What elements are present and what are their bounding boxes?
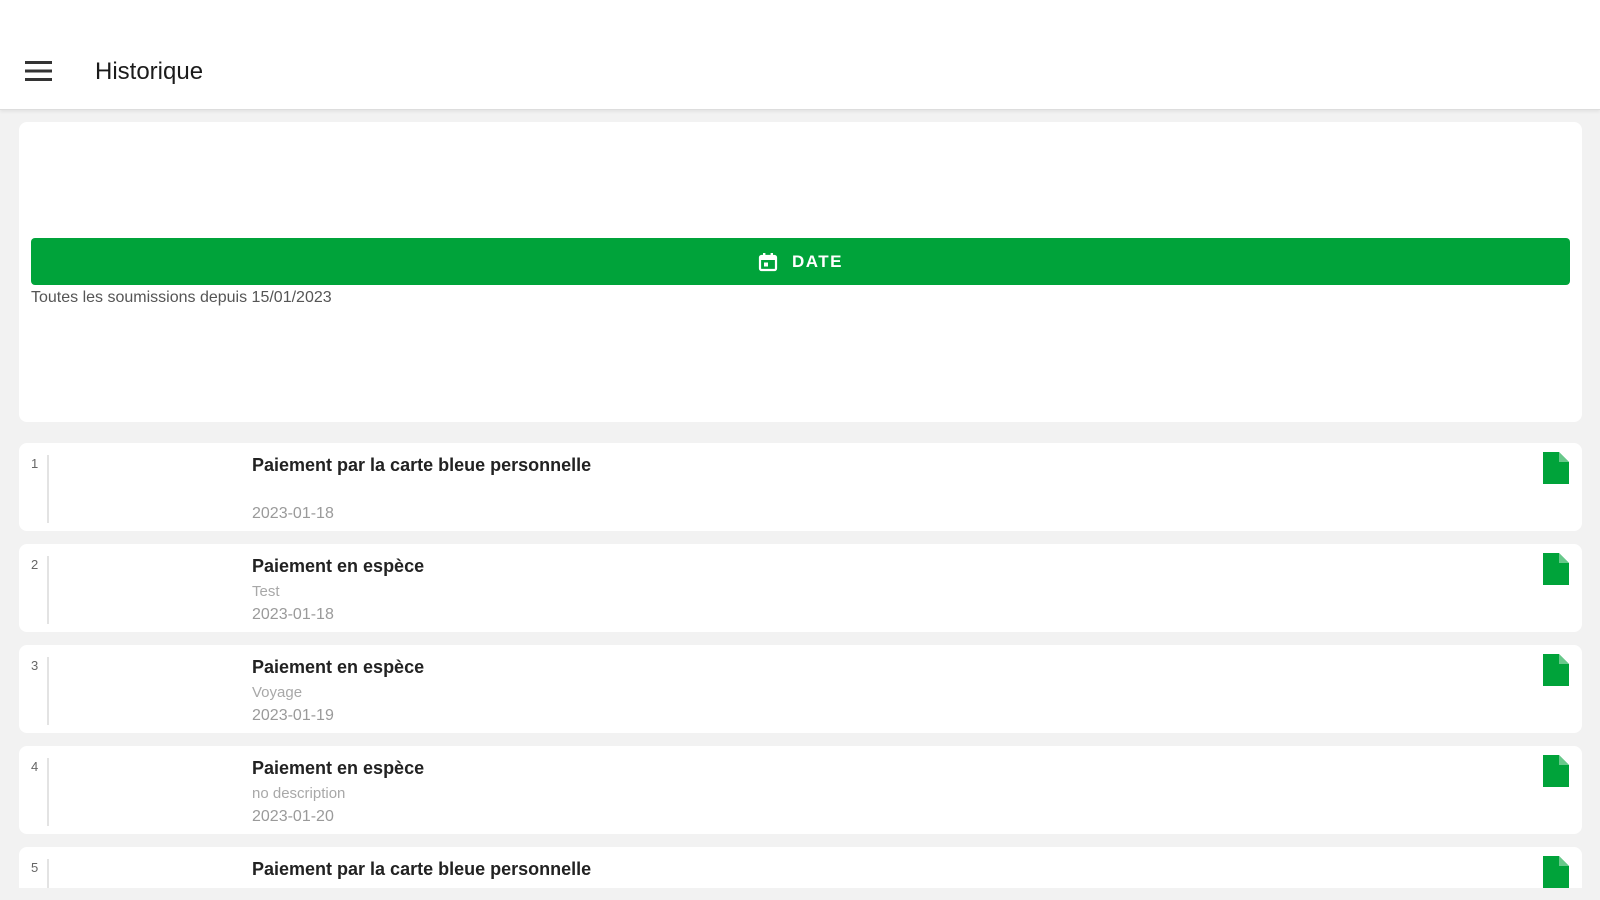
- list-item[interactable]: 5 Paiement par la carte bleue personnelle: [19, 847, 1582, 888]
- submission-title: Paiement par la carte bleue personnelle: [252, 859, 592, 879]
- document-icon[interactable]: [1541, 552, 1571, 586]
- document-icon[interactable]: [1541, 855, 1571, 888]
- app-bar: Historique: [0, 0, 1600, 110]
- submission-description: Test: [252, 583, 280, 600]
- filter-caption: Toutes les soumissions depuis 15/01/2023: [31, 289, 332, 306]
- list-item[interactable]: 2 Paiement en espèce Test 2023-01-18: [19, 544, 1582, 632]
- submission-title: Paiement en espèce: [252, 758, 425, 778]
- row-divider: [47, 455, 49, 523]
- document-icon[interactable]: [1541, 754, 1571, 788]
- submission-date: 2023-01-19: [252, 707, 334, 724]
- list-item[interactable]: 3 Paiement en espèce Voyage 2023-01-19: [19, 645, 1582, 733]
- submission-description: no description: [252, 785, 346, 802]
- submission-date: 2023-01-20: [252, 808, 334, 825]
- date-filter-card: DATE Toutes les soumissions depuis 15/01…: [19, 122, 1582, 422]
- row-divider: [47, 758, 49, 826]
- hamburger-menu-icon: [25, 61, 52, 81]
- row-index: 2: [31, 557, 39, 572]
- date-button[interactable]: DATE: [31, 238, 1570, 285]
- document-icon[interactable]: [1541, 653, 1571, 687]
- submission-title: Paiement par la carte bleue personnelle: [252, 455, 592, 475]
- row-divider: [47, 556, 49, 624]
- list-item[interactable]: 4 Paiement en espèce no description 2023-01…: [19, 746, 1582, 834]
- submission-title: Paiement en espèce: [252, 556, 425, 576]
- row-index: 3: [31, 658, 39, 673]
- list-item[interactable]: 1 Paiement par la carte bleue personnelle…: [19, 443, 1582, 531]
- row-index: 1: [31, 456, 39, 471]
- row-index: 5: [31, 860, 39, 875]
- page-title: Historique: [95, 58, 204, 85]
- document-icon[interactable]: [1541, 451, 1571, 485]
- row-index: 4: [31, 759, 39, 774]
- calendar-icon: [758, 252, 778, 271]
- date-button-label: DATE: [791, 251, 843, 271]
- submission-title: Paiement en espèce: [252, 657, 425, 677]
- row-divider: [47, 657, 49, 725]
- row-divider: [47, 859, 49, 888]
- submission-description: Voyage: [252, 684, 303, 701]
- submission-date: 2023-01-18: [252, 505, 334, 522]
- submission-date: 2023-01-18: [252, 606, 334, 623]
- menu-button[interactable]: [18, 52, 60, 90]
- submission-list: 1 Paiement par la carte bleue personnelle…: [19, 443, 1582, 888]
